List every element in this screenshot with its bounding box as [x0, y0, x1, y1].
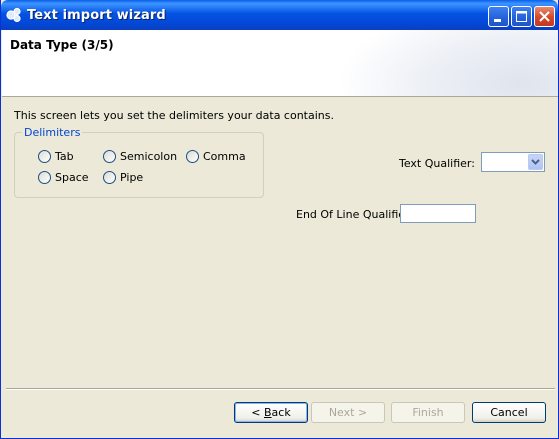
delimiters-legend: Delimiters [22, 126, 83, 139]
radio-label-pipe: Pipe [120, 171, 144, 184]
radio-label-semicolon: Semicolon [120, 150, 178, 163]
text-qualifier-select[interactable] [481, 152, 545, 172]
radio-pipe[interactable]: Pipe [103, 171, 143, 184]
close-icon [539, 11, 550, 22]
next-button-label: Next > [328, 406, 368, 419]
radio-circle-space[interactable] [38, 171, 51, 184]
radio-semicolon[interactable]: Semicolon [103, 150, 177, 163]
delimiters-group: Delimiters [14, 126, 264, 198]
title-bar[interactable]: Text import wizard [1, 0, 558, 30]
radio-label-tab: Tab [55, 150, 74, 163]
back-button-prefix: < [251, 406, 264, 419]
radio-tab[interactable]: Tab [38, 150, 74, 163]
close-button[interactable] [534, 6, 555, 27]
radio-comma[interactable]: Comma [186, 150, 246, 163]
dropdown-arrow-button[interactable] [528, 154, 543, 170]
page-title: Data Type (3/5) [10, 38, 114, 52]
wizard-window: Text import wizard Data Type (3/5) This … [0, 0, 559, 439]
description-text: This screen lets you set the delimiters … [14, 109, 334, 122]
finish-button[interactable]: Finish [391, 402, 465, 423]
maximize-icon [516, 11, 527, 22]
end-of-line-qualifier-label: End Of Line Qualifier [296, 208, 410, 221]
wizard-header: Data Type (3/5) [2, 30, 558, 97]
back-button-rest: ack [271, 406, 291, 419]
finish-button-label: Finish [412, 406, 444, 419]
radio-circle-comma[interactable] [186, 150, 199, 163]
cancel-button-label: Cancel [490, 406, 528, 419]
end-of-line-qualifier-input[interactable] [400, 204, 476, 223]
window-title: Text import wizard [27, 8, 166, 23]
radio-circle-pipe[interactable] [103, 171, 116, 184]
back-button[interactable]: < Back [234, 402, 308, 423]
back-button-mnemonic: B [264, 406, 272, 419]
app-icon [6, 7, 21, 23]
footer-divider [6, 388, 555, 390]
cancel-button[interactable]: Cancel [472, 402, 546, 423]
radio-circle-tab[interactable] [38, 150, 51, 163]
radio-label-space: Space [55, 171, 89, 184]
radio-circle-semicolon[interactable] [103, 150, 116, 163]
next-button[interactable]: Next > [311, 402, 385, 423]
minimize-icon [494, 19, 501, 22]
chevron-down-icon [531, 159, 540, 165]
maximize-button[interactable] [511, 6, 532, 27]
text-qualifier-label: Text Qualifier: [399, 157, 475, 170]
header-decoration [338, 30, 558, 96]
radio-label-comma: Comma [203, 150, 246, 163]
radio-space[interactable]: Space [38, 171, 89, 184]
minimize-button[interactable] [488, 6, 509, 27]
